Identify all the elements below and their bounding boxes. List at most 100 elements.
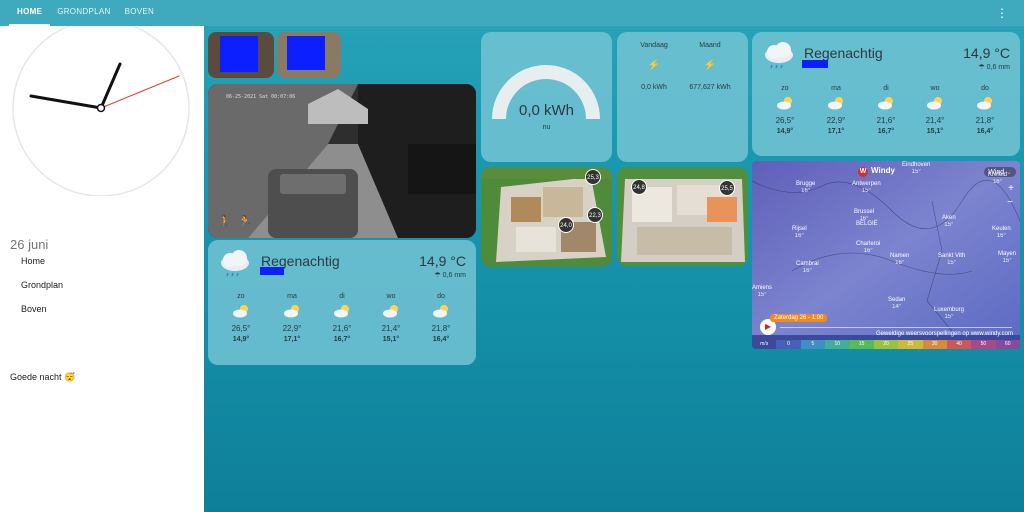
city-temp: 16° bbox=[895, 260, 905, 266]
weather-temperature: 14,9 °C bbox=[963, 45, 1010, 61]
forecast-low: 14,9° bbox=[232, 336, 250, 343]
forecast-day-label: zo bbox=[237, 293, 245, 300]
map-city-label: Antwerpen 15° bbox=[852, 181, 881, 195]
forecast-high: 22,9° bbox=[826, 116, 846, 125]
partly-cloudy-icon bbox=[878, 97, 893, 110]
energy-stats-card[interactable]: Vandaag Maand ⚡ ⚡ 0,0 kWh 677,627 kWh bbox=[617, 32, 748, 162]
stat-value-today: 0,0 kWh bbox=[641, 84, 667, 91]
city-temp: 14° bbox=[892, 304, 902, 310]
partly-cloudy-icon bbox=[233, 305, 248, 318]
tab-grondplan[interactable]: GRONDPLAN bbox=[50, 0, 117, 26]
map-city-label: Amiens 15° bbox=[752, 285, 772, 299]
city-name: Sedan bbox=[888, 297, 906, 303]
flash-icon: ⚡ bbox=[703, 60, 717, 71]
stat-header-month: Maand bbox=[699, 42, 721, 49]
flash-icon: ⚡ bbox=[647, 60, 661, 71]
temperature-badge[interactable]: 24,0 bbox=[558, 217, 574, 233]
nav-item-grondplan[interactable]: Grondplan bbox=[21, 280, 63, 290]
forecast-day-label: ma bbox=[287, 293, 297, 300]
partly-cloudy-icon bbox=[777, 97, 792, 110]
floorplan-ground-card[interactable]: 25,3 22,3 24,0 bbox=[481, 167, 612, 267]
temperature-badge[interactable]: 24,8 bbox=[631, 179, 647, 195]
windy-logo-icon: W bbox=[858, 167, 868, 177]
city-name: Brugge bbox=[796, 181, 816, 187]
forecast-day: ma 22,9° 17,1° bbox=[267, 293, 317, 343]
forecast-day-label: di bbox=[339, 293, 345, 300]
map-footer[interactable]: Geweldige weersvoorspellingen op www.win… bbox=[876, 331, 1013, 337]
redacted-block bbox=[802, 60, 828, 68]
map-city-label: Brugge 16° bbox=[796, 181, 815, 195]
floorplan-upper-card[interactable]: 24,8 25,5 bbox=[617, 167, 748, 266]
weather-card-main[interactable]: Regenachtig 14,9 °C ☂ 0,6 mm zo 26,5° 14,9… bbox=[208, 240, 476, 365]
camera-feed-driveway[interactable]: 06-25-2021 Sat 00:07:06 🚶 🏃 bbox=[208, 84, 476, 238]
timeline-track[interactable] bbox=[780, 327, 1012, 328]
tab-home-label: HOME bbox=[17, 7, 43, 16]
zoom-out-button[interactable]: − bbox=[1007, 197, 1013, 208]
city-name: Rijsel bbox=[792, 226, 807, 232]
precipitation-value: 0,6 mm bbox=[442, 272, 466, 279]
motion-walk-icon[interactable]: 🚶 bbox=[218, 215, 232, 228]
partly-cloudy-icon bbox=[334, 305, 349, 318]
nav-item-boven[interactable]: Boven bbox=[21, 304, 47, 314]
redacted-block bbox=[260, 267, 284, 275]
map-city-label: Eindhoven 15° bbox=[902, 162, 930, 176]
motion-run-icon[interactable]: 🏃 bbox=[238, 215, 252, 228]
rain-icon: ☂ bbox=[978, 64, 985, 71]
windy-map-card[interactable]: W Windy Wind ⌄ + − Eindhoven 15° Brugge 16° A… bbox=[752, 161, 1020, 349]
precipitation-value: 0,6 mm bbox=[986, 64, 1010, 71]
forecast-day-label: do bbox=[437, 293, 445, 300]
weather-card-secondary[interactable]: Regenachtig 14,9 °C ☂ 0,6 mm zo 26,5° 14,9… bbox=[752, 32, 1020, 156]
city-temp: 15° bbox=[944, 222, 954, 228]
city-name: Cambrai bbox=[796, 261, 819, 267]
scale-segment: 5 bbox=[800, 340, 826, 349]
camera-timestamp: 06-25-2021 Sat 00:07:06 bbox=[226, 94, 296, 100]
map-city-label: Rijsel 16° bbox=[792, 226, 807, 240]
timeline-label[interactable]: Zaterdag 26 - 1:00 bbox=[770, 314, 828, 322]
forecast-day: ma 22,9° 17,1° bbox=[811, 85, 861, 135]
scale-segment: 10 bbox=[825, 340, 850, 349]
more-options-icon[interactable]: ⋮ bbox=[996, 5, 1008, 21]
partly-cloudy-icon bbox=[977, 97, 992, 110]
forecast-day-label: do bbox=[981, 85, 989, 92]
tab-boven[interactable]: BOVEN bbox=[118, 0, 162, 26]
temperature-badge[interactable]: 25,3 bbox=[585, 169, 601, 185]
city-temp: 15° bbox=[911, 169, 921, 175]
weather-temperature: 14,9 °C bbox=[419, 253, 466, 269]
partly-cloudy-icon bbox=[828, 97, 843, 110]
forecast-day: wo 21,4° 15,1° bbox=[366, 293, 416, 343]
scale-segment: 50 bbox=[971, 340, 996, 349]
map-city-label: Sedan 14° bbox=[888, 297, 905, 311]
temperature-badge[interactable]: 22,3 bbox=[587, 207, 603, 223]
camera-thumbnail-2[interactable] bbox=[277, 32, 341, 78]
map-city-label: Sankt Vith 15° bbox=[938, 253, 965, 267]
scale-segment: 0 bbox=[776, 340, 801, 349]
forecast-day: di 21,6° 16,7° bbox=[317, 293, 367, 343]
scale-segment: 40 bbox=[946, 340, 972, 349]
energy-gauge-card[interactable]: 0,0 kWh nu bbox=[481, 32, 612, 162]
city-temp: 16° bbox=[801, 188, 811, 194]
scale-segment: 20 bbox=[873, 340, 899, 349]
forecast-high: 21,8° bbox=[975, 116, 995, 125]
map-city-label: Cambrai 16° bbox=[796, 261, 819, 275]
camera-thumbnail-1[interactable] bbox=[208, 32, 274, 78]
forecast-high: 22,9° bbox=[282, 324, 302, 333]
zoom-in-button[interactable]: + bbox=[1008, 183, 1014, 194]
city-temp: 16° bbox=[802, 268, 812, 274]
tab-home[interactable]: HOME bbox=[0, 0, 51, 26]
analog-clock bbox=[12, 26, 190, 196]
scale-segment: 30 bbox=[922, 340, 947, 349]
partly-cloudy-icon bbox=[284, 305, 299, 318]
windy-brand: Windy bbox=[871, 166, 895, 175]
city-temp: 15° bbox=[757, 292, 767, 298]
map-city-label: Mayen 15° bbox=[998, 251, 1016, 265]
temperature-badge[interactable]: 25,5 bbox=[719, 180, 735, 196]
partly-cloudy-icon bbox=[383, 305, 398, 318]
stat-header-today: Vandaag bbox=[640, 42, 668, 49]
windy-logo[interactable]: W Windy bbox=[858, 166, 895, 177]
nav-item-home[interactable]: Home bbox=[21, 256, 45, 266]
city-temp: 16° bbox=[992, 179, 1003, 185]
tab-grondplan-label: GRONDPLAN bbox=[57, 7, 111, 16]
rain-cloud-icon bbox=[765, 42, 793, 69]
forecast-high: 21,4° bbox=[381, 324, 401, 333]
sidebar: 26 juni Home Grondplan Boven Goede nacht… bbox=[0, 26, 204, 512]
